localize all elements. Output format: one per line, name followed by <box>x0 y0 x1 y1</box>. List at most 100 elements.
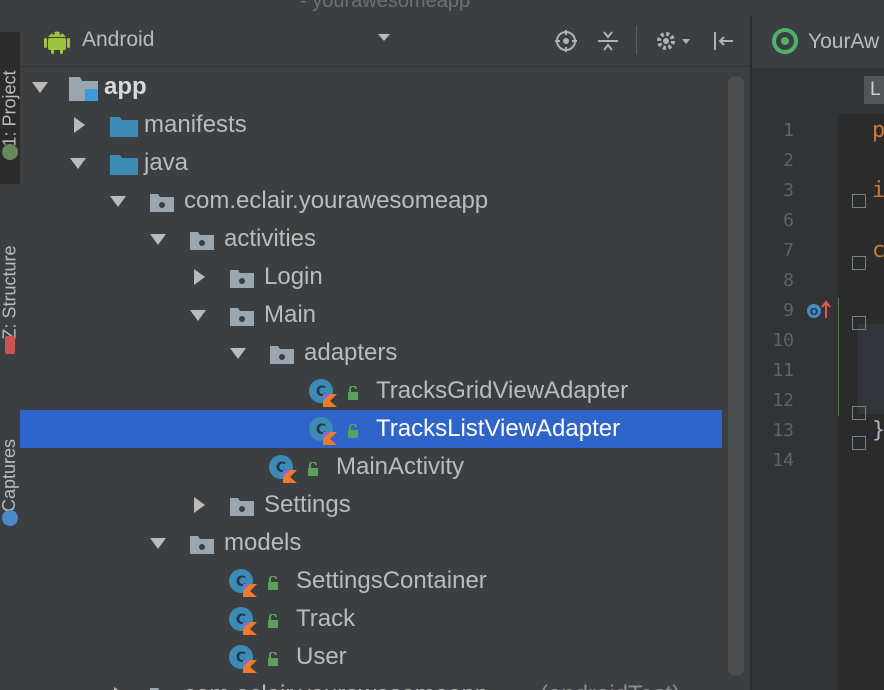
tab-project[interactable]: 1: Project <box>0 32 20 184</box>
project-tree: app manifests java com.eclair.yourawesom… <box>20 68 750 690</box>
fold-expand-icon[interactable] <box>852 194 866 208</box>
tree-item-label: adapters <box>304 339 398 366</box>
collapse-arrow-icon[interactable] <box>194 269 205 285</box>
tree-item-manifests[interactable]: manifests <box>20 106 722 144</box>
tab-structure-label: Z: Structure <box>0 244 20 340</box>
kotlin-class-icon: C <box>229 645 257 673</box>
code-line-3: i <box>872 178 884 203</box>
line-number-gutter: 1 2 3 6 7 8 9 10 11 12 13 14 O <box>752 114 839 690</box>
line-number: 12 <box>772 390 794 411</box>
kotlin-class-icon: C <box>229 607 257 635</box>
tree-item-adapters[interactable]: adapters <box>20 334 722 372</box>
locate-icon[interactable] <box>553 28 579 54</box>
line-number: 14 <box>772 450 794 471</box>
tree-item-settings-container[interactable]: C SettingsContainer <box>20 562 722 600</box>
tree-item-label: app <box>104 73 147 100</box>
view-selector[interactable]: Android <box>82 28 154 52</box>
tree-item-main[interactable]: Main <box>20 296 722 334</box>
editor-tab-label[interactable]: YourAw <box>808 30 879 54</box>
tab-project-label: 1: Project <box>0 69 20 147</box>
code-line-1: p <box>872 118 884 143</box>
android-icon <box>44 31 70 54</box>
tree-item-package-android-test[interactable]: com.eclair.yourawesomeapp (androidTest) <box>20 676 722 690</box>
tree-item-label: User <box>296 643 347 670</box>
fold-collapse-icon[interactable] <box>852 256 866 270</box>
tree-item-tracks-list-view-adapter[interactable]: C TracksListViewAdapter <box>20 410 722 448</box>
tree-item-label: Settings <box>264 491 351 518</box>
tree-item-label: MainActivity <box>336 453 465 480</box>
tree-item-label: com.eclair.yourawesomeapp <box>184 187 489 214</box>
fold-collapse-icon[interactable] <box>852 316 866 330</box>
breadcrumb-chip[interactable]: L <box>864 76 884 104</box>
tree-item-label: Login <box>264 263 323 290</box>
project-panel: Android app manifests java com.eclair.yo… <box>20 16 750 690</box>
line-number: 9 <box>783 300 794 321</box>
line-number: 7 <box>783 240 794 261</box>
package-icon <box>150 194 174 212</box>
tree-item-activities[interactable]: activities <box>20 220 722 258</box>
project-panel-header: Android <box>20 16 750 67</box>
folder-icon <box>110 155 138 175</box>
tree-item-main-activity[interactable]: C MainActivity <box>20 448 722 486</box>
code-line-13: } <box>872 418 884 443</box>
tree-item-label: Track <box>296 605 356 632</box>
tree-item-package-main[interactable]: com.eclair.yourawesomeapp <box>20 182 722 220</box>
kotlin-file-icon <box>772 28 798 54</box>
package-icon <box>230 270 254 288</box>
line-number: 1 <box>783 120 794 141</box>
tree-item-models[interactable]: models <box>20 524 722 562</box>
expand-arrow-icon[interactable] <box>150 234 166 245</box>
code-area[interactable]: p i c } <box>838 114 884 690</box>
collapse-all-icon[interactable] <box>595 28 621 54</box>
lock-icon <box>308 462 318 476</box>
fold-end-icon[interactable] <box>852 406 866 420</box>
window-title: - yourawesomeapp <box>300 0 471 12</box>
line-number: 13 <box>772 420 794 441</box>
header-divider <box>636 26 637 54</box>
editor-tab-bar: YourAw <box>752 16 884 69</box>
package-icon <box>230 498 254 516</box>
kotlin-class-icon: C <box>269 455 297 483</box>
tree-item-suffix: (androidTest) <box>540 681 680 690</box>
expand-arrow-icon[interactable] <box>150 538 166 549</box>
window-title-strip: - yourawesomeapp <box>0 0 884 16</box>
collapse-arrow-icon[interactable] <box>74 117 85 133</box>
package-icon <box>190 536 214 554</box>
settings-gear-icon[interactable] <box>652 28 696 54</box>
override-marker-icon[interactable]: O <box>806 300 832 320</box>
tree-item-label: manifests <box>144 111 247 138</box>
captures-icon <box>2 510 18 526</box>
line-number: 10 <box>772 330 794 351</box>
fold-end-icon[interactable] <box>852 436 866 450</box>
line-number: 6 <box>783 210 794 231</box>
tab-captures[interactable]: Captures <box>0 402 20 548</box>
chevron-down-icon[interactable] <box>378 34 390 41</box>
expand-arrow-icon[interactable] <box>70 158 86 169</box>
tree-item-tracks-grid-view-adapter[interactable]: C TracksGridViewAdapter <box>20 372 722 410</box>
tree-item-label: Main <box>264 301 317 328</box>
hide-panel-icon[interactable] <box>710 28 736 54</box>
lock-icon <box>268 576 278 590</box>
collapse-arrow-icon[interactable] <box>194 497 205 513</box>
expand-arrow-icon[interactable] <box>32 82 48 93</box>
tree-item-label: models <box>224 529 302 556</box>
tree-item-settings[interactable]: Settings <box>20 486 722 524</box>
method-highlight <box>858 324 884 414</box>
code-line-7: c <box>872 238 884 263</box>
left-tool-window-bar: 1: Project Z: Structure Captures <box>0 16 21 690</box>
tree-item-label: TracksListViewAdapter <box>376 415 621 442</box>
expand-arrow-icon[interactable] <box>190 310 206 321</box>
tree-scrollbar[interactable] <box>728 76 744 676</box>
line-number: 3 <box>783 180 794 201</box>
tree-item-app[interactable]: app <box>20 68 722 106</box>
tree-item-java[interactable]: java <box>20 144 722 182</box>
tree-item-track[interactable]: C Track <box>20 600 722 638</box>
expand-arrow-icon[interactable] <box>110 196 126 207</box>
tree-item-login[interactable]: Login <box>20 258 722 296</box>
tab-captures-label: Captures <box>0 438 20 512</box>
line-number: 2 <box>783 150 794 171</box>
tree-item-user[interactable]: C User <box>20 638 722 676</box>
lock-icon <box>268 652 278 666</box>
expand-arrow-icon[interactable] <box>230 348 246 359</box>
kotlin-class-icon: C <box>309 417 337 445</box>
